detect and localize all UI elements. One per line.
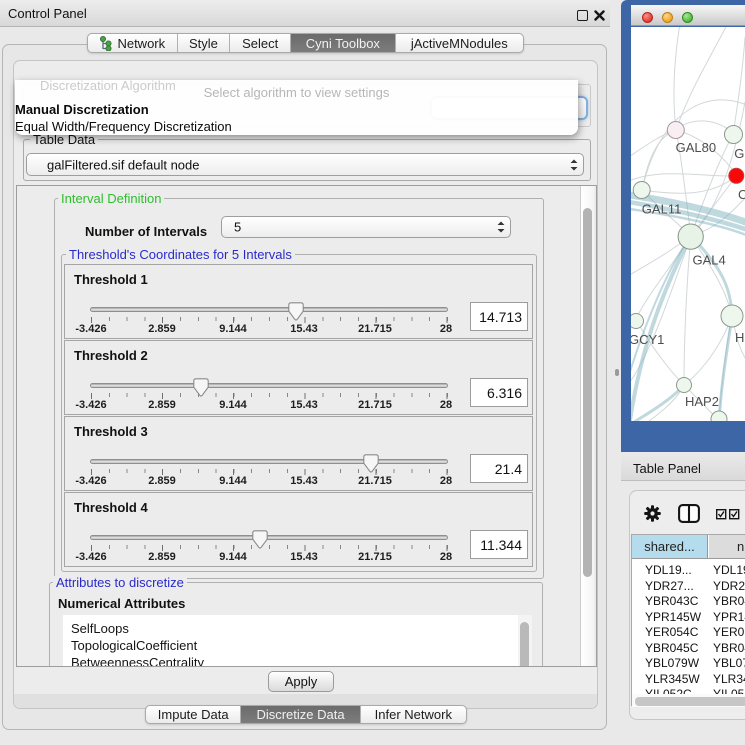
svg-text:HAP2: HAP2 (685, 394, 719, 409)
svg-text:H: H (735, 330, 744, 345)
svg-text:GAL80: GAL80 (676, 140, 716, 155)
svg-text:G.: G. (734, 146, 745, 161)
svg-text:GAL11: GAL11 (642, 202, 682, 217)
svg-text:C: C (738, 187, 745, 202)
svg-text:GCY1: GCY1 (631, 332, 664, 347)
svg-text:GAL4: GAL4 (693, 252, 726, 267)
